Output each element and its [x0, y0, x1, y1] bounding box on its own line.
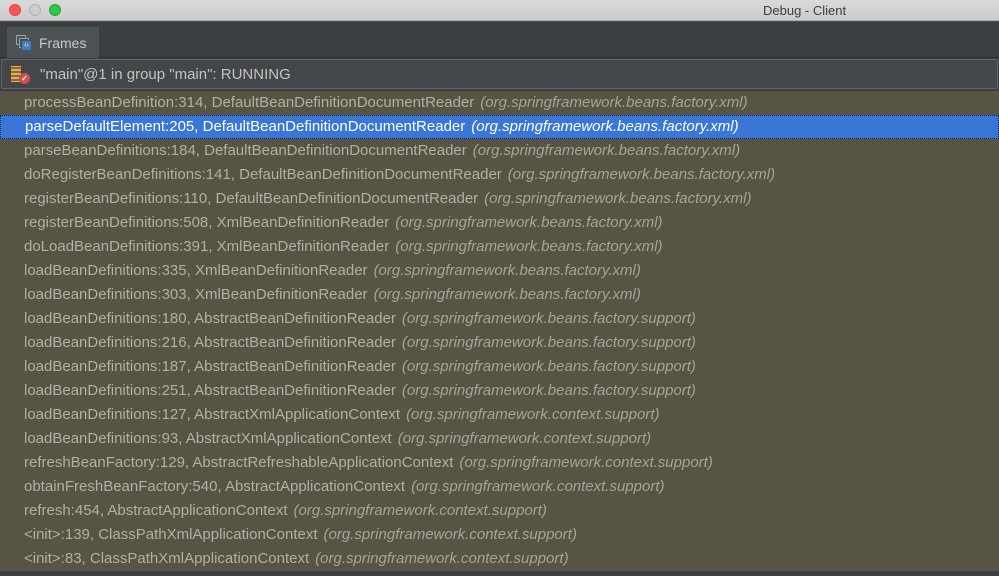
- frame-row[interactable]: loadBeanDefinitions:251, AbstractBeanDef…: [0, 379, 999, 403]
- frame-call: loadBeanDefinitions:216, AbstractBeanDef…: [24, 334, 396, 351]
- frame-call: parseDefaultElement:205, DefaultBeanDefi…: [25, 118, 466, 135]
- frame-call: processBeanDefinition:314, DefaultBeanDe…: [24, 94, 475, 111]
- frame-row[interactable]: main:18, Client: [0, 571, 999, 576]
- frame-package: (org.springframework.beans.factory.xml): [373, 262, 641, 279]
- window-title: Debug - Client: [763, 3, 847, 18]
- frame-package: (org.springframework.beans.factory.xml): [395, 214, 663, 231]
- frame-row[interactable]: loadBeanDefinitions:93, AbstractXmlAppli…: [0, 427, 999, 451]
- frame-package: (org.springframework.beans.factory.xml): [507, 166, 776, 183]
- frame-package: (org.springframework.beans.factory.xml): [373, 286, 641, 303]
- debug-window: Debug - Client ‹› Frames ✓ "main"@1 in g…: [0, 0, 999, 576]
- frames-icon: ‹›: [16, 34, 32, 51]
- frame-package: (org.springframework.beans.factory.suppo…: [401, 382, 696, 399]
- frame-call: loadBeanDefinitions:93, AbstractXmlAppli…: [24, 430, 392, 447]
- frame-row[interactable]: loadBeanDefinitions:180, AbstractBeanDef…: [0, 307, 999, 331]
- frame-call: refreshBeanFactory:129, AbstractRefresha…: [24, 454, 454, 471]
- frame-call: doLoadBeanDefinitions:391, XmlBeanDefini…: [24, 238, 390, 255]
- frame-row[interactable]: obtainFreshBeanFactory:540, AbstractAppl…: [0, 475, 999, 499]
- frame-package: (org.springframework.context.support): [411, 478, 665, 495]
- thread-selector[interactable]: ✓ "main"@1 in group "main": RUNNING: [1, 59, 998, 89]
- frame-package: (org.springframework.context.support): [323, 526, 577, 543]
- minimize-button[interactable]: [29, 4, 41, 16]
- tab-frames-label: Frames: [39, 34, 87, 51]
- frame-call: <init>:139, ClassPathXmlApplicationConte…: [24, 526, 318, 543]
- frame-row[interactable]: registerBeanDefinitions:508, XmlBeanDefi…: [0, 211, 999, 235]
- frame-package: (org.springframework.context.support): [293, 502, 547, 519]
- frame-call: loadBeanDefinitions:335, XmlBeanDefiniti…: [24, 262, 368, 279]
- frame-call: loadBeanDefinitions:187, AbstractBeanDef…: [24, 358, 396, 375]
- frame-row[interactable]: parseBeanDefinitions:184, DefaultBeanDef…: [0, 139, 999, 163]
- thread-icon: ✓: [9, 64, 32, 85]
- frame-package: (org.springframework.beans.factory.suppo…: [401, 334, 696, 351]
- frame-row[interactable]: processBeanDefinition:314, DefaultBeanDe…: [0, 91, 999, 115]
- window-titlebar: Debug - Client: [0, 0, 999, 21]
- frame-call: loadBeanDefinitions:180, AbstractBeanDef…: [24, 310, 396, 327]
- frame-call: obtainFreshBeanFactory:540, AbstractAppl…: [24, 478, 406, 495]
- frame-row[interactable]: loadBeanDefinitions:216, AbstractBeanDef…: [0, 331, 999, 355]
- frame-row[interactable]: doLoadBeanDefinitions:391, XmlBeanDefini…: [0, 235, 999, 259]
- frame-package: (org.springframework.context.support): [315, 550, 569, 567]
- frame-row[interactable]: refreshBeanFactory:129, AbstractRefresha…: [0, 451, 999, 475]
- frame-package: (org.springframework.beans.factory.xml): [480, 94, 748, 111]
- frame-call: registerBeanDefinitions:110, DefaultBean…: [24, 190, 479, 207]
- frame-call: registerBeanDefinitions:508, XmlBeanDefi…: [24, 214, 390, 231]
- frame-row[interactable]: loadBeanDefinitions:303, XmlBeanDefiniti…: [0, 283, 999, 307]
- frame-row[interactable]: loadBeanDefinitions:335, XmlBeanDefiniti…: [0, 259, 999, 283]
- frame-row[interactable]: <init>:83, ClassPathXmlApplicationContex…: [0, 547, 999, 571]
- frame-package: (org.springframework.beans.factory.xml): [395, 238, 663, 255]
- window-controls: [9, 4, 61, 16]
- frame-package: (org.springframework.beans.factory.suppo…: [401, 358, 696, 375]
- zoom-button[interactable]: [49, 4, 61, 16]
- frame-row[interactable]: loadBeanDefinitions:127, AbstractXmlAppl…: [0, 403, 999, 427]
- frame-call: loadBeanDefinitions:251, AbstractBeanDef…: [24, 382, 396, 399]
- frame-call: doRegisterBeanDefinitions:141, DefaultBe…: [24, 166, 502, 183]
- frame-row[interactable]: registerBeanDefinitions:110, DefaultBean…: [0, 187, 999, 211]
- frame-row[interactable]: doRegisterBeanDefinitions:141, DefaultBe…: [0, 163, 999, 187]
- thread-status-text: "main"@1 in group "main": RUNNING: [40, 65, 291, 83]
- frame-package: (org.springframework.beans.factory.suppo…: [401, 310, 696, 327]
- frame-call: refresh:454, AbstractApplicationContext: [24, 502, 288, 519]
- frame-package: (org.springframework.beans.factory.xml): [472, 142, 741, 159]
- frame-row[interactable]: parseDefaultElement:205, DefaultBeanDefi…: [0, 115, 999, 139]
- thread-running-badge-icon: ✓: [19, 72, 30, 84]
- frame-row[interactable]: <init>:139, ClassPathXmlApplicationConte…: [0, 523, 999, 547]
- tab-frames[interactable]: ‹› Frames: [7, 27, 100, 58]
- frame-package: (org.springframework.context.support): [406, 406, 660, 423]
- frame-package: (org.springframework.context.support): [397, 430, 652, 447]
- frame-row[interactable]: loadBeanDefinitions:187, AbstractBeanDef…: [0, 355, 999, 379]
- frames-list: processBeanDefinition:314, DefaultBeanDe…: [0, 91, 999, 576]
- frame-package: (org.springframework.beans.factory.xml): [484, 190, 752, 207]
- tool-window-tabstrip: ‹› Frames: [0, 21, 999, 58]
- frame-call: loadBeanDefinitions:127, AbstractXmlAppl…: [24, 406, 401, 423]
- frame-call: parseBeanDefinitions:184, DefaultBeanDef…: [24, 142, 467, 159]
- frame-row[interactable]: refresh:454, AbstractApplicationContext (…: [0, 499, 999, 523]
- frame-package: (org.springframework.context.support): [459, 454, 713, 471]
- frame-call: loadBeanDefinitions:303, XmlBeanDefiniti…: [24, 286, 368, 303]
- close-button[interactable]: [9, 4, 21, 16]
- frame-package: (org.springframework.beans.factory.xml): [471, 118, 739, 135]
- frame-call: <init>:83, ClassPathXmlApplicationContex…: [24, 550, 310, 567]
